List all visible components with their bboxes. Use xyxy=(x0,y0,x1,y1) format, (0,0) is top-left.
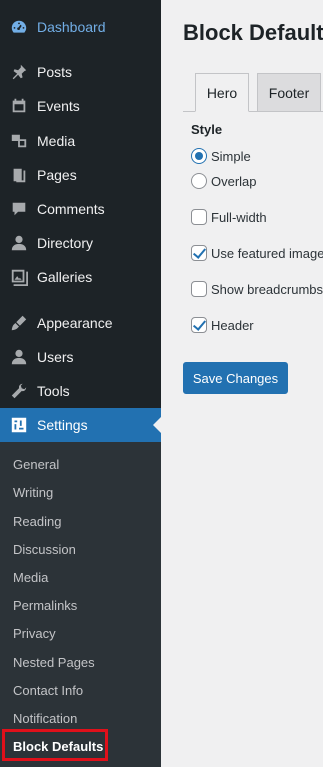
radio-overlap[interactable] xyxy=(191,173,207,189)
calendar-icon xyxy=(9,96,29,116)
sidebar-item-label: Comments xyxy=(37,201,105,217)
sidebar-item-media[interactable]: Media xyxy=(0,124,161,158)
sidebar-item-users[interactable]: Users xyxy=(0,340,161,374)
checkbox-breadcrumbs-label: Show breadcrumbs xyxy=(211,281,323,297)
tab-footer[interactable]: Footer xyxy=(257,73,321,112)
submenu-item-discussion[interactable]: Discussion xyxy=(0,535,161,563)
save-changes-button[interactable]: Save Changes xyxy=(183,362,288,394)
sidebar-item-label: Media xyxy=(37,133,76,149)
sidebar-item-dashboard[interactable]: Dashboard xyxy=(0,10,161,44)
tab-hero[interactable]: Hero xyxy=(195,73,249,112)
pin-icon xyxy=(9,62,29,82)
sidebar-item-label: Galleries xyxy=(37,269,93,285)
sidebar-item-directory[interactable]: Directory xyxy=(0,226,161,260)
sidebar-item-comments[interactable]: Comments xyxy=(0,192,161,226)
dashboard-icon xyxy=(9,17,29,37)
sidebar-item-events[interactable]: Events xyxy=(0,89,161,123)
pages-icon xyxy=(9,165,29,185)
radio-simple[interactable] xyxy=(191,148,207,164)
submenu-item-writing[interactable]: Writing xyxy=(0,478,161,506)
sidebar-item-posts[interactable]: Posts xyxy=(0,55,161,89)
highlight-annotation xyxy=(2,729,108,761)
style-label: Style xyxy=(191,122,223,137)
radio-simple-label: Simple xyxy=(211,148,251,164)
sidebar-item-appearance[interactable]: Appearance xyxy=(0,306,161,340)
sidebar-item-label: Dashboard xyxy=(37,19,106,35)
submenu-item-reading[interactable]: Reading xyxy=(0,507,161,535)
sidebar-item-settings[interactable]: Settings xyxy=(0,408,161,442)
checkbox-full-width-label: Full-width xyxy=(211,209,267,225)
submenu-item-notification[interactable]: Notification xyxy=(0,704,161,732)
sidebar-item-label: Posts xyxy=(37,64,73,80)
brush-icon xyxy=(9,313,29,333)
gallery-icon xyxy=(9,267,29,287)
submenu-item-media[interactable]: Media xyxy=(0,563,161,591)
sidebar-item-label: Pages xyxy=(37,167,77,183)
sidebar-item-label: Settings xyxy=(37,417,88,433)
page-title: Block Defaults xyxy=(183,20,323,45)
submenu-item-permalinks[interactable]: Permalinks xyxy=(0,591,161,619)
radio-overlap-label: Overlap xyxy=(211,173,257,189)
checkbox-header-option[interactable]: Header xyxy=(191,317,254,333)
media-icon xyxy=(9,131,29,151)
sidebar-item-label: Events xyxy=(37,98,80,114)
submenu-item-nested-pages[interactable]: Nested Pages xyxy=(0,648,161,676)
settings-icon xyxy=(9,415,29,435)
sidebar-item-label: Tools xyxy=(37,383,70,399)
submenu-item-privacy[interactable]: Privacy xyxy=(0,619,161,647)
sidebar-item-label: Appearance xyxy=(37,315,113,331)
radio-simple-option[interactable]: Simple xyxy=(191,148,251,164)
comment-icon xyxy=(9,199,29,219)
user-icon xyxy=(9,347,29,367)
sidebar-item-pages[interactable]: Pages xyxy=(0,158,161,192)
checkbox-full-width-option[interactable]: Full-width xyxy=(191,209,267,225)
checkbox-breadcrumbs-option[interactable]: Show breadcrumbs xyxy=(191,281,323,297)
checkbox-featured-image-label: Use featured image xyxy=(211,245,323,261)
radio-overlap-option[interactable]: Overlap xyxy=(191,173,257,189)
admin-sidebar: Dashboard Posts Events Media Pages Comme… xyxy=(0,0,161,767)
checkbox-header-label: Header xyxy=(211,317,254,333)
checkbox-breadcrumbs[interactable] xyxy=(191,281,207,297)
checkbox-full-width[interactable] xyxy=(191,209,207,225)
checkbox-featured-image-option[interactable]: Use featured image xyxy=(191,245,323,261)
checkbox-featured-image[interactable] xyxy=(191,245,207,261)
sidebar-item-label: Directory xyxy=(37,235,94,251)
submenu-item-contact-info[interactable]: Contact Info xyxy=(0,676,161,704)
checkbox-header[interactable] xyxy=(191,317,207,333)
sidebar-item-label: Users xyxy=(37,349,74,365)
user-icon xyxy=(9,233,29,253)
submenu-item-general[interactable]: General xyxy=(0,450,161,478)
active-menu-arrow xyxy=(153,417,161,433)
sidebar-item-tools[interactable]: Tools xyxy=(0,374,161,408)
wrench-icon xyxy=(9,381,29,401)
sidebar-item-galleries[interactable]: Galleries xyxy=(0,260,161,294)
